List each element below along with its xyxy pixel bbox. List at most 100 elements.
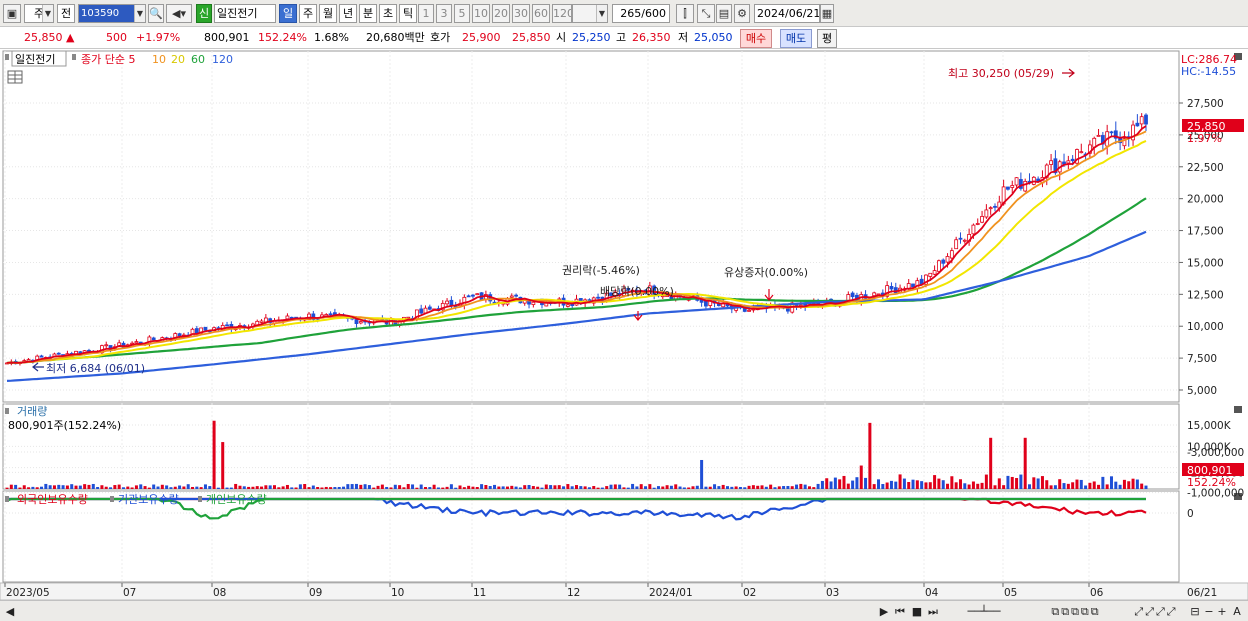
interval-tab-60[interactable]: 60 <box>532 4 550 23</box>
volume-bar <box>104 486 108 489</box>
volume-bar <box>109 487 113 489</box>
volume-bar <box>510 485 514 489</box>
volume-bar <box>1075 479 1079 489</box>
interval-tab-10[interactable]: 10 <box>472 4 490 23</box>
volume-bar <box>1036 478 1040 489</box>
volume-bar <box>5 487 9 489</box>
calendar-icon[interactable]: ▦ <box>820 4 834 23</box>
market-type-select[interactable]: 주 ▼ <box>24 4 54 23</box>
candle-body <box>971 224 976 235</box>
stock-name-field[interactable]: 일진전기 <box>214 4 276 23</box>
volume-bar <box>165 485 169 489</box>
interval-tab-120[interactable]: 120 <box>552 4 572 23</box>
volume-bar <box>1049 485 1053 489</box>
current-pct-tag-text: 1.97% <box>1187 132 1222 145</box>
interval-tab-20[interactable]: 20 <box>492 4 510 23</box>
volume-bar <box>708 486 712 489</box>
candle-body <box>928 272 933 277</box>
period-tab-4[interactable]: 분 <box>359 4 377 23</box>
zoom-slider[interactable]: ──┴── <box>948 604 1020 619</box>
volume-bar <box>178 485 182 489</box>
stock-code-input[interactable]: 103590 ▼ <box>78 4 146 23</box>
volume-bar <box>743 487 747 489</box>
volume-bar <box>950 476 954 489</box>
sell-button[interactable]: 매도 <box>780 29 812 48</box>
price-axis-label: 12,500 <box>1187 289 1224 301</box>
count-input[interactable]: 265/600 <box>612 4 670 23</box>
volume-bar <box>691 486 695 489</box>
volume-bar <box>303 484 307 489</box>
volume-bar <box>730 486 734 489</box>
period-tab-2[interactable]: 월 <box>319 4 337 23</box>
volume-bar <box>872 484 876 489</box>
avg-button[interactable]: 평 <box>817 29 837 48</box>
volume-bar <box>441 487 445 489</box>
candle-body <box>104 344 109 347</box>
sin-badge[interactable]: 신 <box>196 4 212 23</box>
custom-interval-select[interactable]: ▼ <box>572 4 608 23</box>
jeon-button[interactable]: 전 <box>57 4 75 23</box>
volume-bar <box>833 477 837 489</box>
interval-tab-30[interactable]: 30 <box>512 4 530 23</box>
volume-bar <box>592 486 596 489</box>
period-tab-0[interactable]: 일 <box>279 4 297 23</box>
zoom-in-icon[interactable]: + <box>1216 604 1228 619</box>
scroll-left-icon[interactable]: ◀ <box>4 604 16 619</box>
volume-bar <box>799 483 803 489</box>
volume-bar <box>1122 479 1126 489</box>
draw-tools-icons[interactable]: ⤢⤢⤢⤢ <box>1128 604 1184 619</box>
x-axis-label: 08 <box>213 587 226 599</box>
volume-bar <box>208 486 212 489</box>
volume-bar <box>1062 483 1066 489</box>
zoom-out-icon[interactable]: − <box>1203 604 1215 619</box>
scroll-right-icon[interactable]: ▶ <box>878 604 890 619</box>
volume-bar <box>74 485 78 489</box>
volume-bar <box>920 481 924 489</box>
period-tab-3[interactable]: 년 <box>339 4 357 23</box>
candle-body <box>958 237 963 240</box>
x-axis-label: 04 <box>925 587 939 599</box>
interval-tab-3[interactable]: 3 <box>436 4 452 23</box>
date-input[interactable]: 2024/06/21 <box>754 4 820 23</box>
tool-icons[interactable]: ⧉⧉⧉⧉⧉ <box>1026 604 1126 619</box>
x-axis-label: 02 <box>743 587 756 599</box>
stop-icon[interactable]: ■ <box>910 604 924 619</box>
stock-chart[interactable]: 27,50025,00022,50020,00017,50015,00012,5… <box>0 49 1248 600</box>
speaker-icon[interactable]: ◀▾ <box>166 4 192 23</box>
candle-body <box>984 209 989 218</box>
volume-bar <box>57 484 61 489</box>
max-price-note: 최고 30,250 (05/29) <box>948 67 1054 80</box>
volume-bar <box>229 487 233 489</box>
volume-bar <box>803 484 807 489</box>
period-tab-6[interactable]: 틱 <box>399 4 417 23</box>
volume-bar <box>622 487 626 489</box>
interval-tab-1[interactable]: 1 <box>418 4 434 23</box>
save-icon[interactable]: ▤ <box>716 4 732 23</box>
volume-bar <box>61 485 65 489</box>
zoom-reset-icon[interactable]: ⊟ <box>1188 604 1202 619</box>
volume-bar <box>600 487 604 489</box>
rewind-icon[interactable]: ⏮ <box>893 604 907 619</box>
font-size-icon[interactable]: A <box>1230 604 1244 619</box>
price-axis-label: 5,000 <box>1187 385 1217 397</box>
draw-tool-icon[interactable]: ⤡ <box>697 4 715 23</box>
x-axis-label: 05 <box>1004 587 1017 599</box>
legend-square-icon <box>5 54 9 60</box>
period-tab-5[interactable]: 초 <box>379 4 397 23</box>
volume-bar <box>316 487 320 489</box>
volume-bar <box>820 480 824 489</box>
search-icon[interactable]: 🔍 <box>148 4 164 23</box>
interval-tab-5[interactable]: 5 <box>454 4 470 23</box>
volume-bar <box>199 487 203 489</box>
candle-type-icon[interactable]: ⫿ <box>676 4 694 23</box>
volume-bar <box>363 484 367 489</box>
gear-icon[interactable]: ⚙ <box>734 4 750 23</box>
volume-bar <box>311 485 315 489</box>
window-menu-icon[interactable]: ▣ <box>3 4 21 23</box>
volume-bar <box>618 484 622 489</box>
legend-ma120: 120 <box>212 53 233 66</box>
period-tab-1[interactable]: 주 <box>299 4 317 23</box>
forward-icon[interactable]: ⏭ <box>926 604 940 619</box>
volume-bar <box>385 486 389 489</box>
buy-button[interactable]: 매수 <box>740 29 772 48</box>
